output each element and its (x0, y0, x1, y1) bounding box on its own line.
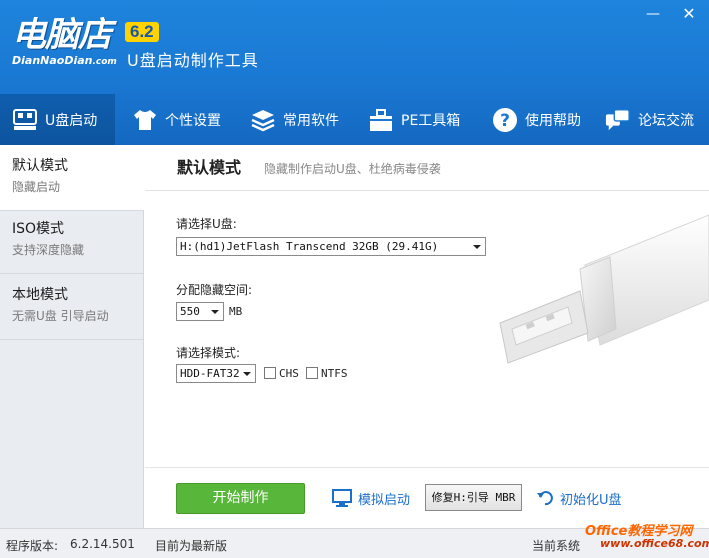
nav-label: 个性设置 (165, 112, 221, 129)
nav-item-software[interactable]: 常用软件 (250, 94, 339, 145)
mode-select-label: 请选择模式: (176, 346, 241, 360)
version-badge: 6.2 (125, 22, 159, 42)
start-button[interactable]: 开始制作 (176, 483, 305, 514)
help-icon: ? (492, 107, 518, 133)
init-usb-button[interactable]: 初始化U盘 (536, 486, 622, 510)
brand-en-main: DianNaoDian (12, 54, 93, 67)
version-label: 程序版本: (6, 539, 59, 553)
usb-drive-select[interactable]: H:(hd1)JetFlash Transcend 32GB (29.41G) (176, 237, 486, 256)
sidebar-item-title: 本地模式 (12, 287, 68, 303)
sidebar-item-desc: 无需U盘 引导启动 (12, 309, 109, 323)
brand-name-cn: 电脑店 (12, 15, 112, 55)
sidebar-item-desc: 隐藏启动 (12, 180, 61, 194)
tshirt-icon (132, 107, 158, 133)
watermark-url: www.office68.com (600, 537, 709, 550)
brand-name-en: DianNaoDian.com (12, 54, 117, 67)
usb-drive-select-value: H:(hd1)JetFlash Transcend 32GB (29.41G) (180, 240, 439, 253)
mode-select-value: HDD-FAT32 (180, 367, 240, 380)
nav-item-forum[interactable]: 论坛交流 (605, 94, 694, 145)
nav-item-help[interactable]: ? 使用帮助 (492, 94, 581, 145)
app-subtitle: U盘启动制作工具 (127, 51, 259, 70)
hidden-space-unit: MB (229, 305, 243, 318)
chs-label: CHS (279, 367, 299, 380)
chs-checkbox[interactable] (264, 367, 276, 379)
nav-label: PE工具箱 (401, 112, 461, 129)
sidebar-item-default-mode[interactable]: 默认模式 隐藏启动 (0, 145, 144, 211)
mode-select[interactable]: HDD-FAT32 (176, 364, 256, 383)
sidebar-item-title: 默认模式 (12, 158, 68, 174)
svg-text:?: ? (500, 111, 510, 131)
divider (145, 190, 709, 191)
chat-icon (605, 107, 631, 133)
brand-en-suffix: .com (92, 57, 117, 67)
version-value: 6.2.14.501 (70, 537, 135, 551)
sidebar-item-local-mode[interactable]: 本地模式 无需U盘 引导启动 (0, 274, 143, 340)
toolbox-icon (368, 107, 394, 133)
chevron-down-icon (211, 310, 219, 314)
divider (145, 467, 709, 468)
simulate-boot-button[interactable]: 模拟启动 (332, 486, 410, 510)
monitor-icon (332, 489, 352, 507)
simulate-boot-label: 模拟启动 (358, 492, 411, 508)
hidden-space-select[interactable]: 550 (176, 302, 224, 321)
close-button[interactable]: ✕ (676, 4, 702, 24)
main-nav: U盘启动 个性设置 常用软件 PE工具箱 ? 使用帮助 论坛交流 (0, 94, 709, 145)
nav-item-personalize[interactable]: 个性设置 (132, 94, 221, 145)
chevron-down-icon (243, 372, 251, 376)
nav-label: 论坛交流 (638, 112, 694, 129)
page-description: 隐藏制作启动U盘、杜绝病毒侵袭 (264, 162, 441, 176)
update-status: 目前为最新版 (155, 539, 228, 553)
chevron-down-icon (473, 245, 481, 249)
usb-drive-icon (12, 107, 38, 133)
usb-drive-illustration (490, 205, 709, 379)
sidebar-item-desc: 支持深度隐藏 (12, 243, 85, 257)
brand-logo: 电脑店 DianNaoDian.com (12, 16, 117, 67)
nav-item-usb-boot[interactable]: U盘启动 (0, 94, 115, 145)
page-title: 默认模式 (177, 158, 242, 177)
sidebar-item-title: ISO模式 (12, 221, 65, 237)
repair-mbr-button[interactable]: 修复H:引导 MBR (425, 484, 522, 511)
ntfs-checkbox[interactable] (306, 367, 318, 379)
nav-label: U盘启动 (45, 112, 98, 129)
hidden-space-label: 分配隐藏空间: (176, 283, 253, 297)
undo-icon (536, 489, 554, 507)
nav-label: 使用帮助 (525, 112, 581, 129)
current-system-label: 当前系统 (532, 539, 581, 553)
app-header: 电脑店 DianNaoDian.com 6.2 U盘启动制作工具 — ✕ U盘启… (0, 0, 709, 145)
nav-item-pe-toolbox[interactable]: PE工具箱 (368, 94, 460, 145)
hidden-space-select-value: 550 (180, 305, 200, 318)
init-usb-label: 初始化U盘 (560, 492, 622, 508)
ntfs-label: NTFS (321, 367, 348, 380)
minimize-button[interactable]: — (640, 4, 666, 24)
nav-label: 常用软件 (283, 112, 339, 129)
layers-icon (250, 107, 276, 133)
sidebar-item-iso-mode[interactable]: ISO模式 支持深度隐藏 (0, 208, 143, 274)
mode-sidebar: 默认模式 隐藏启动 ISO模式 支持深度隐藏 本地模式 无需U盘 引导启动 (0, 145, 144, 528)
usb-select-label: 请选择U盘: (176, 217, 237, 231)
